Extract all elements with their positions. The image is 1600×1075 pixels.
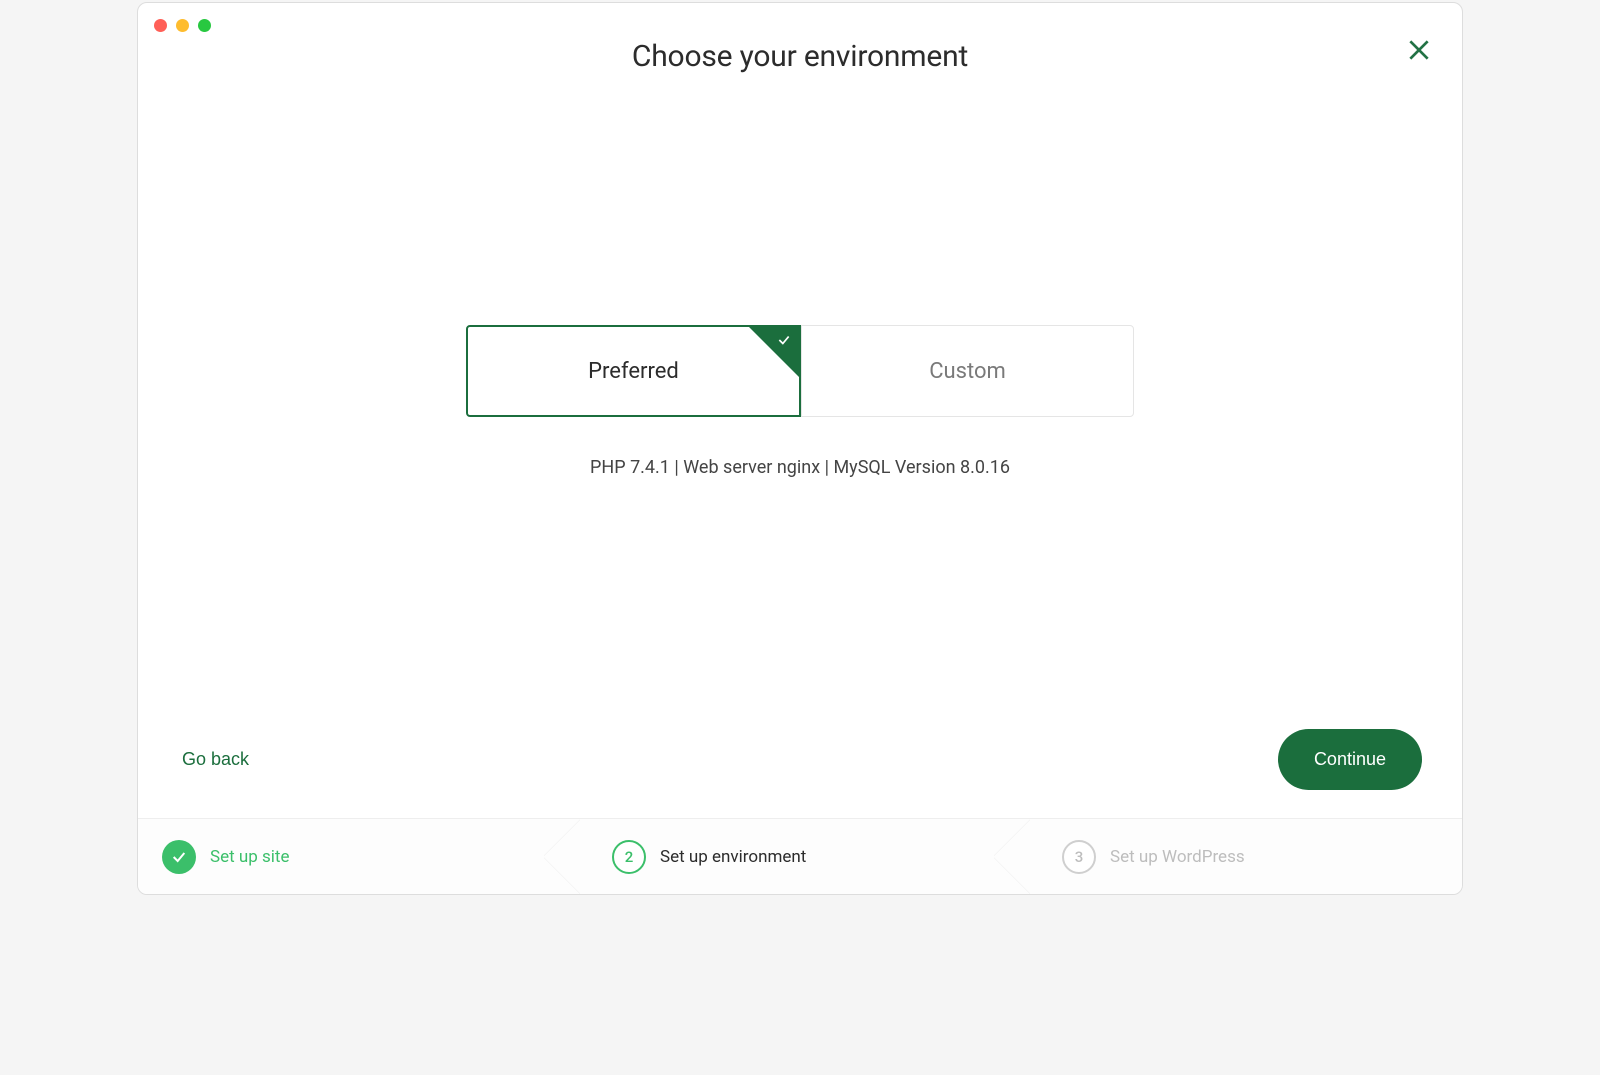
step-set-up-environment[interactable]: 2 Set up environment xyxy=(562,819,1012,894)
environment-option-group: Preferred Custom xyxy=(466,325,1134,417)
main-content: Preferred Custom PHP 7.4.1 | Web server … xyxy=(138,74,1462,729)
window-controls xyxy=(154,19,211,32)
window-minimize-button[interactable] xyxy=(176,19,189,32)
step-set-up-wordpress[interactable]: 3 Set up WordPress xyxy=(1012,819,1462,894)
step-label: Set up site xyxy=(210,847,290,867)
environment-summary-text: PHP 7.4.1 | Web server nginx | MySQL Ver… xyxy=(590,457,1010,478)
go-back-button[interactable]: Go back xyxy=(182,749,249,770)
step-set-up-site[interactable]: Set up site xyxy=(138,819,562,894)
option-label: Custom xyxy=(929,359,1006,384)
step-number: 3 xyxy=(1062,840,1096,874)
step-number: 2 xyxy=(612,840,646,874)
close-icon[interactable] xyxy=(1406,37,1432,63)
window-maximize-button[interactable] xyxy=(198,19,211,32)
page-header: Choose your environment xyxy=(138,3,1462,74)
step-label: Set up environment xyxy=(660,847,806,867)
continue-button[interactable]: Continue xyxy=(1278,729,1422,790)
page-title: Choose your environment xyxy=(138,39,1462,74)
selected-corner-triangle xyxy=(749,327,799,377)
environment-option-custom[interactable]: Custom xyxy=(801,325,1134,417)
footer-actions: Go back Continue xyxy=(138,729,1462,818)
step-label: Set up WordPress xyxy=(1110,847,1245,867)
app-window: Choose your environment Preferred Custom… xyxy=(137,2,1463,895)
progress-stepper: Set up site 2 Set up environment 3 Set u… xyxy=(138,818,1462,894)
check-icon xyxy=(162,840,196,874)
check-icon xyxy=(777,333,791,351)
environment-option-preferred[interactable]: Preferred xyxy=(466,325,801,417)
window-close-button[interactable] xyxy=(154,19,167,32)
option-label: Preferred xyxy=(588,359,679,384)
